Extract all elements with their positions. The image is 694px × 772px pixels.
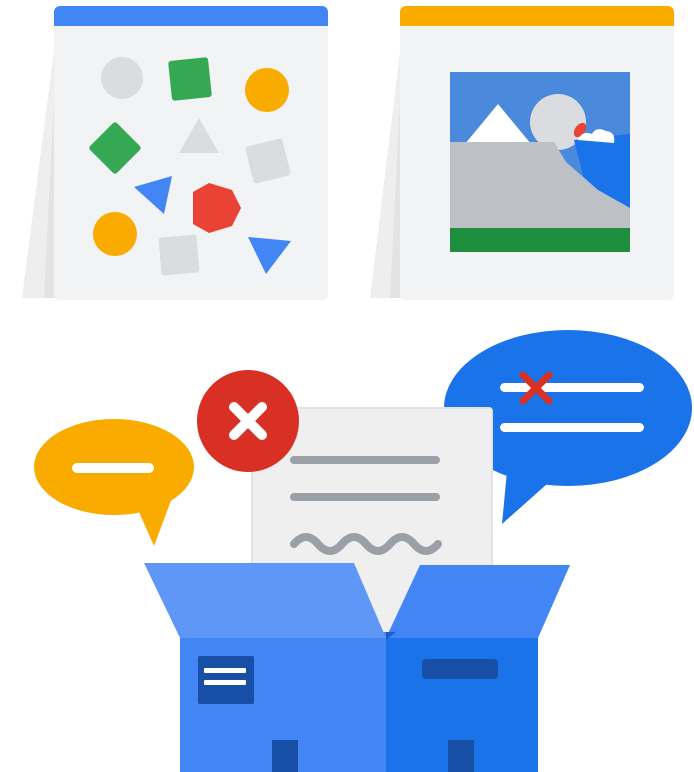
box-left-flap xyxy=(144,563,386,638)
close-icon xyxy=(197,370,299,472)
yellow-chat-bubble xyxy=(34,419,194,546)
illustration xyxy=(22,6,692,772)
left-card-accent-bar xyxy=(54,6,328,26)
open-box-icon xyxy=(144,563,570,772)
right-card xyxy=(370,6,674,300)
box-label xyxy=(198,656,254,704)
box-handle-slot xyxy=(422,659,498,679)
right-card-accent-bar xyxy=(400,6,674,26)
left-card xyxy=(22,6,328,300)
landscape-photo-icon xyxy=(450,72,630,252)
